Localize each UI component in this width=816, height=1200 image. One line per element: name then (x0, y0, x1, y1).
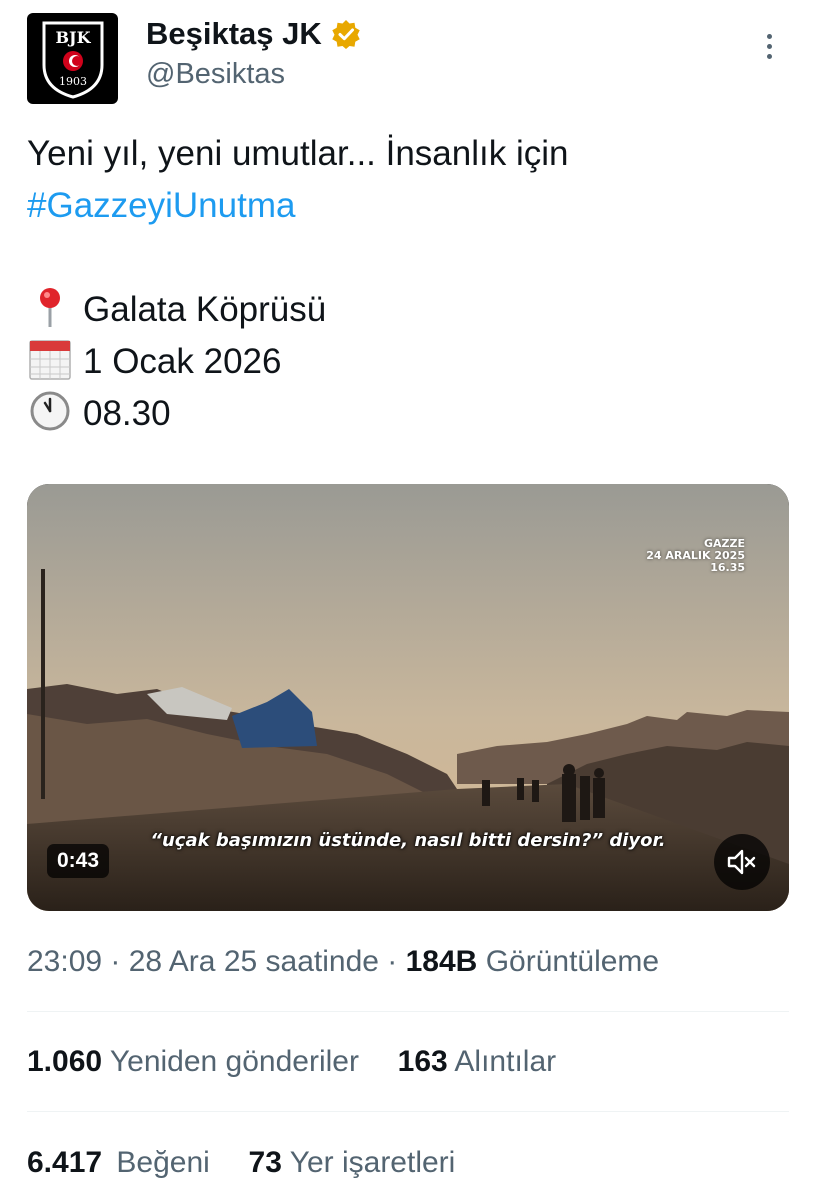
likes-stat[interactable]: 6.417 Beğeni (27, 1146, 210, 1179)
mute-button[interactable] (714, 834, 770, 890)
time-line: 08.30 (27, 388, 568, 440)
handle[interactable]: @Besiktas (146, 58, 285, 91)
tweet-line-1: Yeni yıl, yeni umutlar... İnsanlık için (27, 134, 569, 173)
date-line: 1 Ocak 2026 (27, 336, 568, 388)
divider (27, 1011, 789, 1012)
reposts-stat[interactable]: 1.060 Yeniden gönderiler (27, 1045, 359, 1078)
avatar[interactable]: BJK 1903 (27, 13, 118, 104)
quotes-stat[interactable]: 163 Alıntılar (398, 1045, 556, 1078)
author-row: Beşiktaş JK (146, 16, 361, 52)
more-options-icon[interactable] (757, 34, 781, 68)
divider (27, 1111, 789, 1112)
hashtag-link[interactable]: #GazzeyiUnutma (27, 186, 295, 225)
video-duration: 0:43 (47, 844, 110, 878)
verified-badge-icon (332, 20, 360, 49)
views-count: 184B (405, 945, 478, 978)
crest-year: 1903 (59, 75, 87, 88)
location-line: Galata Köprüsü (27, 284, 568, 336)
tweet-text: Yeni yıl, yeni umutlar... İnsanlık için … (27, 128, 568, 440)
speaker-muted-icon (727, 849, 756, 875)
video-location-overlay: GAZZE 24 ARALIK 2025 16.35 (646, 537, 745, 574)
clock-icon (30, 391, 70, 431)
pin-icon (40, 288, 60, 327)
tweet-date[interactable]: 28 Ara 25 saatinde (129, 945, 379, 978)
crest-letters: BJK (55, 28, 91, 47)
stats-row-1: 1.060 Yeniden gönderiler 163 Alıntılar (27, 1045, 556, 1079)
video-player[interactable]: GAZZE 24 ARALIK 2025 16.35 “uçak başımız… (27, 484, 789, 911)
besiktas-crest-icon: BJK 1903 (42, 21, 103, 99)
time-text: 08.30 (83, 394, 171, 433)
location-text: Galata Köprüsü (83, 290, 327, 329)
views-label: Görüntüleme (485, 945, 660, 978)
stats-row-2: 6.417 Beğeni 73 Yer işaretleri (27, 1146, 455, 1180)
video-subtitle: “uçak başımızın üstünde, nasıl bitti der… (150, 830, 666, 851)
date-text: 1 Ocak 2026 (83, 342, 282, 381)
tweet-time[interactable]: 23:09 (27, 945, 102, 978)
bookmarks-stat[interactable]: 73 Yer işaretleri (249, 1146, 456, 1179)
tweet-meta: 23:09 · 28 Ara 25 saatinde · 184B Görünt… (27, 945, 660, 978)
calendar-icon (29, 340, 71, 380)
display-name[interactable]: Beşiktaş JK (146, 16, 322, 52)
